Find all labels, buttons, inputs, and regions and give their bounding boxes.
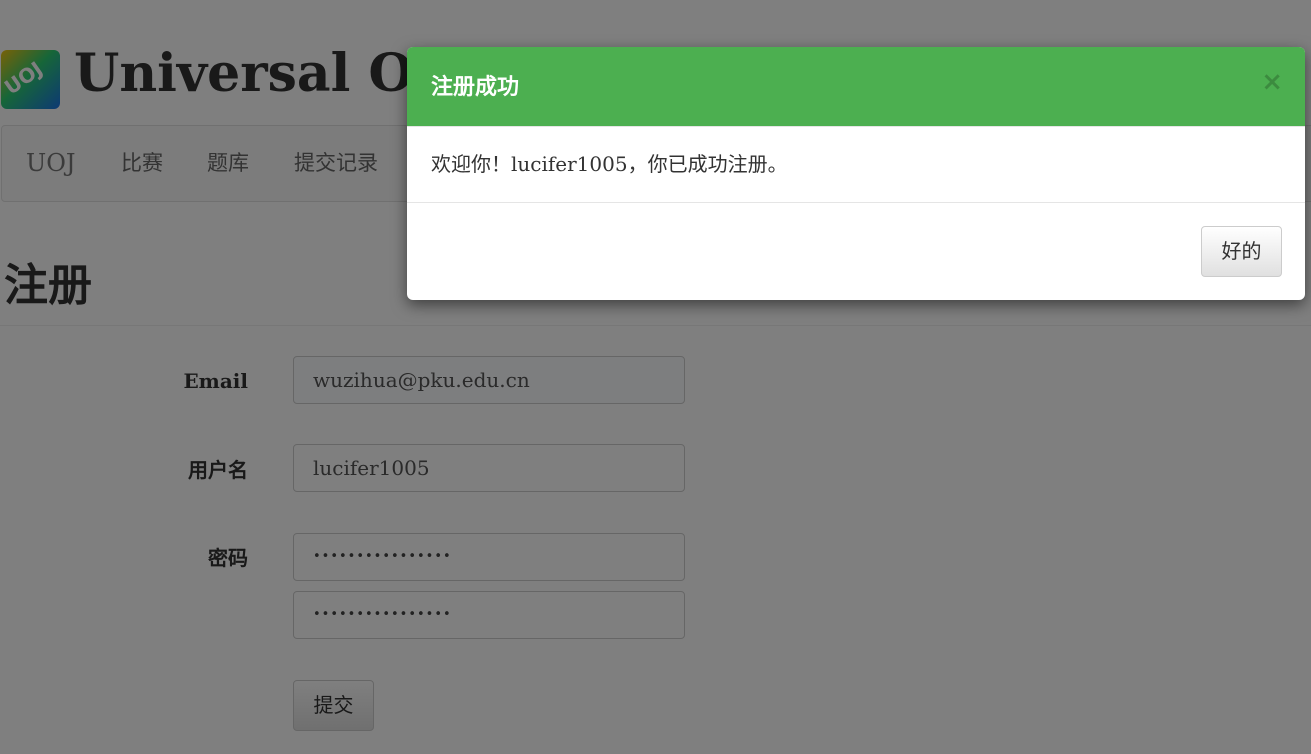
modal-header: 注册成功 × xyxy=(407,47,1305,127)
ok-button[interactable]: 好的 xyxy=(1201,226,1282,277)
close-icon[interactable]: × xyxy=(1261,67,1283,97)
success-modal: 注册成功 × 欢迎你！lucifer1005，你已成功注册。 好的 xyxy=(407,47,1305,300)
register-page: UOJ Universal Online Judge UOJ 比赛 题库 提交记… xyxy=(0,0,1311,754)
modal-message: 欢迎你！lucifer1005，你已成功注册。 xyxy=(431,152,788,176)
modal-title: 注册成功 xyxy=(431,74,520,100)
modal-footer-divider xyxy=(407,202,1305,203)
